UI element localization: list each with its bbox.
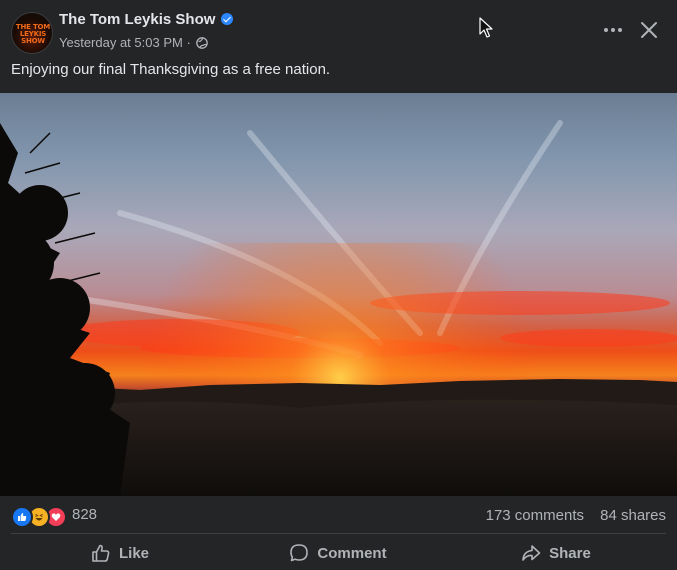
share-label: Share [549,544,591,562]
post-actions-bar: Like Comment Share [0,535,677,570]
share-arrow-icon [522,545,541,561]
page-avatar[interactable]: THE TOM LEYKIS SHOW [11,12,53,54]
page-name[interactable]: The Tom Leykis Show [59,11,215,28]
like-reaction-icon [11,506,33,528]
post-caption: Enjoying our final Thanksgiving as a fre… [11,61,331,78]
thumbs-up-icon [92,544,110,562]
page-name-link[interactable]: The Tom Leykis Show [59,11,234,28]
post-stats: 828 173 comments 84 shares [0,500,677,530]
post-meta: Yesterday at 5:03 PM · [59,35,209,50]
globe-icon[interactable] [196,37,209,49]
post-header: THE TOM LEYKIS SHOW The Tom Leykis Show … [0,0,677,60]
actions-divider [11,533,666,534]
avatar-logo-text: THE TOM LEYKIS SHOW [15,23,51,45]
meta-separator: · [186,35,191,50]
like-label: Like [118,544,149,562]
reaction-count[interactable]: 828 [72,506,97,523]
more-options-button[interactable] [600,20,626,40]
shares-count[interactable]: 84 shares [600,507,666,524]
post-timestamp[interactable]: Yesterday at 5:03 PM [59,35,183,50]
verified-badge-icon [221,13,234,25]
close-button[interactable] [638,19,660,41]
post-photo[interactable] [0,93,677,496]
like-button[interactable]: Like [11,538,229,568]
comment-label: Comment [317,544,387,562]
comments-count[interactable]: 173 comments [486,507,584,524]
comment-bubble-icon [290,544,309,562]
comment-button[interactable]: Comment [229,538,447,568]
sunset-landscape-image [0,120,677,496]
share-button[interactable]: Share [447,538,665,568]
mouse-cursor-icon [479,17,493,38]
